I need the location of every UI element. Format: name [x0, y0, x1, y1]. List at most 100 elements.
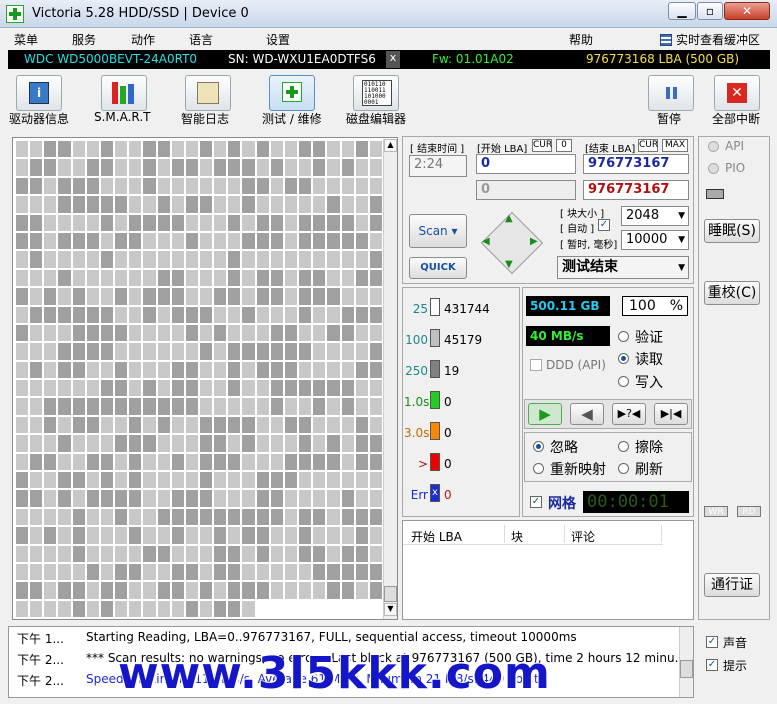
scan-map-cell [326, 581, 341, 600]
scroll-down-arrow[interactable]: ▼ [384, 603, 397, 616]
sleep-button[interactable]: 睡眠(S) [704, 219, 760, 243]
seek-random-button[interactable]: ▶?◀ [612, 403, 646, 425]
action-erase-radio[interactable] [618, 441, 629, 452]
end-lba-field[interactable]: 976773167 [583, 154, 689, 174]
recalibrate-button[interactable]: 重校(C) [704, 281, 760, 305]
column-block[interactable]: 块 [511, 528, 523, 545]
mode-verify-radio[interactable] [618, 331, 629, 342]
scroll-up-arrow[interactable]: ▲ [384, 139, 397, 152]
pause-button[interactable] [648, 75, 694, 111]
hints-checkbox[interactable]: ✓ [706, 659, 718, 671]
start-cur-button[interactable]: CUR [532, 139, 552, 152]
ddd-checkbox[interactable] [530, 359, 542, 371]
scan-map-cell [99, 489, 115, 508]
start-zero-button[interactable]: 0 [556, 139, 572, 152]
scan-map-cell [354, 471, 369, 490]
menu-service[interactable]: 服务 [72, 31, 96, 48]
action-refresh-radio[interactable] [618, 463, 629, 474]
scan-map-cell [326, 489, 341, 508]
nav-left-arrow[interactable]: ◀ [482, 236, 490, 247]
menu-settings[interactable]: 设置 [266, 31, 290, 48]
log-scroll-thumb[interactable] [680, 660, 693, 678]
sound-checkbox[interactable]: ✓ [706, 636, 718, 648]
scan-map-cell [29, 599, 44, 619]
scan-map-cell [283, 287, 299, 306]
scan-map-cell [241, 213, 256, 232]
scroll-thumb[interactable] [384, 586, 397, 602]
end-max-button[interactable]: MAX [662, 139, 688, 152]
scan-map-cell [71, 489, 86, 508]
action-remap-radio[interactable] [533, 463, 544, 474]
maximize-button[interactable]: ▫ [697, 2, 723, 20]
butterfly-button[interactable]: ▶|◀ [654, 403, 688, 425]
scan-map-scrollbar[interactable]: ▲ ▼ [383, 139, 397, 619]
auto-checkbox[interactable]: ✓ [598, 219, 610, 231]
scan-map-cell [29, 489, 44, 508]
log-scrollbar[interactable] [679, 627, 693, 697]
scan-map-cell [71, 581, 86, 600]
menu-language[interactable]: 语言 [189, 31, 213, 48]
grid-checkbox[interactable]: ✓ [530, 496, 542, 508]
scan-map-cell [184, 471, 199, 490]
scan-map-cell [71, 195, 86, 214]
scan-map-cell [354, 562, 369, 582]
scan-map-cell [283, 268, 299, 288]
end-cur-button[interactable]: CUR [638, 139, 658, 152]
column-start-lba[interactable]: 开始 LBA [411, 528, 462, 545]
scan-map-cell [99, 305, 115, 324]
smart-button[interactable] [101, 75, 147, 111]
scan-map-cell [227, 526, 242, 545]
nav-right-arrow[interactable]: ▶ [530, 236, 538, 247]
scan-map-cell [114, 562, 129, 582]
drive-info-button[interactable]: i [16, 75, 62, 111]
minimize-button[interactable]: ▁ [668, 2, 696, 20]
reverse-button[interactable]: ◀ [570, 403, 604, 425]
smart-log-button[interactable] [185, 75, 231, 111]
nav-up-arrow[interactable]: ▲ [505, 213, 513, 224]
scan-button[interactable]: Scan ▾ [409, 214, 467, 248]
menu-main[interactable]: 菜单 [14, 31, 38, 48]
scan-map-cell [142, 489, 157, 508]
end-time-field[interactable]: 2:24 [409, 155, 467, 177]
passport-button[interactable]: 通行证 [704, 573, 760, 597]
scan-map-cell [43, 231, 58, 251]
scan-map-cell [170, 231, 185, 251]
column-comment[interactable]: 评论 [571, 528, 595, 545]
menu-action[interactable]: 动作 [131, 31, 155, 48]
test-repair-button[interactable] [269, 75, 315, 111]
drive-serial: SN: WD-WXU1EA0DTFS6 [228, 52, 376, 66]
scan-map-cell [156, 287, 171, 306]
scan-map-cell [326, 562, 341, 582]
action-refresh-label: 刷新 [635, 462, 663, 478]
nav-down-arrow[interactable]: ▼ [505, 259, 513, 270]
mode-write-radio[interactable] [618, 376, 629, 387]
scan-map-cell [99, 195, 115, 214]
scan-map-cell [241, 452, 256, 472]
action-ignore-radio[interactable] [533, 441, 544, 452]
scan-map-cell [312, 213, 327, 232]
scan-map-cell [326, 415, 341, 435]
scan-map-cell [43, 434, 58, 453]
test-status-select[interactable]: 测试结束 ▼ [557, 256, 689, 279]
pio-radio[interactable] [708, 163, 719, 174]
scan-map-cell [255, 526, 270, 545]
mode-read-radio[interactable] [618, 353, 629, 364]
scan-map-cell [29, 213, 44, 232]
quick-button[interactable]: QUICK [409, 257, 467, 279]
timeout-select[interactable]: 10000 ▼ [621, 230, 689, 250]
start-lba-field[interactable]: 0 [476, 154, 576, 174]
stop-all-button[interactable]: ✕ [714, 75, 760, 111]
menu-realtime-buffer[interactable]: 实时查看缓冲区 [676, 31, 760, 48]
disk-editor-button[interactable]: 010110 110011 101000 0001 [353, 75, 399, 111]
scan-map-cell [29, 562, 44, 582]
scan-map-cell [255, 342, 270, 361]
drive-info-label: 驱动器信息 [9, 112, 70, 126]
scan-map-cell [213, 140, 228, 159]
block-size-select[interactable]: 2048 ▼ [621, 206, 689, 226]
menu-help[interactable]: 帮助 [569, 31, 593, 48]
api-radio[interactable] [708, 141, 719, 152]
close-button[interactable]: ✕ [724, 2, 770, 20]
close-device-button[interactable]: x [386, 51, 400, 68]
scan-map-cell [198, 140, 214, 159]
play-button[interactable]: ▶ [528, 403, 562, 425]
